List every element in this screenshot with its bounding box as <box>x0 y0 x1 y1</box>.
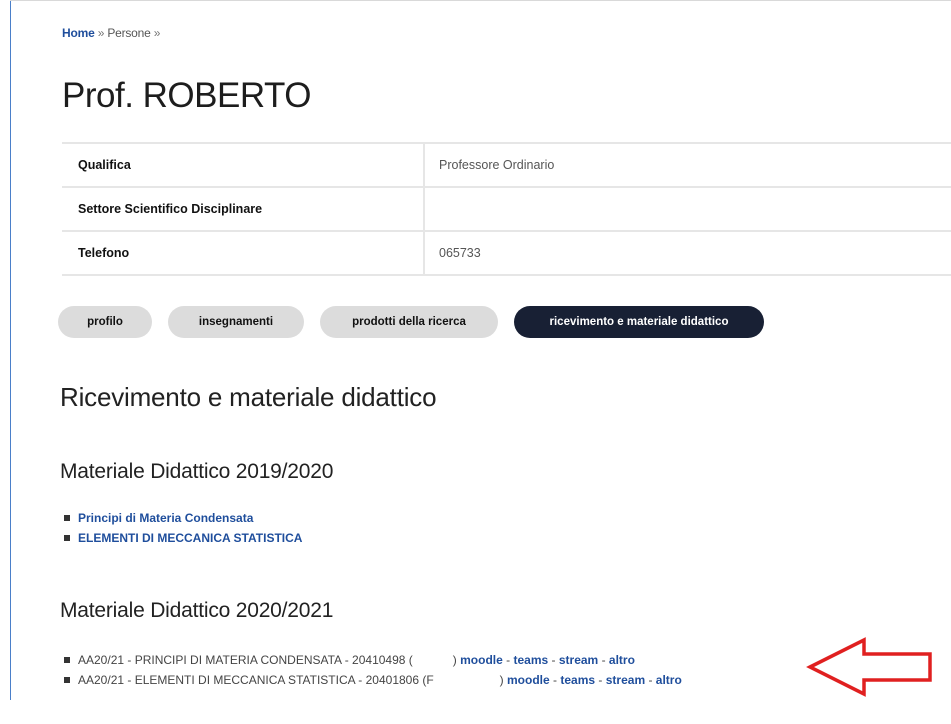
info-row-telefono: Telefono 065733 <box>62 231 951 275</box>
altro-link[interactable]: altro <box>656 673 682 687</box>
materiale-2020-list: AA20/21 - PRINCIPI DI MATERIA CONDENSATA… <box>62 650 682 690</box>
frame-left-border <box>10 0 11 700</box>
tab-prodotti-ricerca[interactable]: prodotti della ricerca <box>320 306 498 338</box>
materiale-2020-title: Materiale Didattico 2020/2021 <box>60 599 334 622</box>
materiale-2019-title: Materiale Didattico 2019/2020 <box>60 460 334 483</box>
breadcrumb-separator: » <box>153 26 161 40</box>
tab-insegnamenti[interactable]: insegnamenti <box>168 306 304 338</box>
bottom-blank-area <box>0 700 951 724</box>
frame-top-border <box>10 0 951 1</box>
breadcrumb: Home » Persone » <box>62 26 160 40</box>
moodle-link[interactable]: moodle <box>507 673 550 687</box>
list-item: AA20/21 - ELEMENTI DI MECCANICA STATISTI… <box>62 670 682 690</box>
info-row-settore: Settore Scientifico Disciplinare <box>62 187 951 231</box>
list-item: Principi di Materia Condensata <box>62 508 302 528</box>
stream-link[interactable]: stream <box>606 673 645 687</box>
breadcrumb-current[interactable]: Persone <box>107 26 150 40</box>
info-row-qualifica: Qualifica Professore Ordinario <box>62 143 951 187</box>
info-value: Professore Ordinario <box>439 158 555 172</box>
link-separator: - <box>553 673 558 687</box>
list-item: AA20/21 - PRINCIPI DI MATERIA CONDENSATA… <box>62 650 682 670</box>
info-value <box>424 187 951 231</box>
page-title: Prof. ROBERTO <box>62 76 311 115</box>
redacted-text <box>433 674 500 687</box>
link-separator: - <box>598 673 603 687</box>
tab-profilo[interactable]: profilo <box>58 306 152 338</box>
stream-link[interactable]: stream <box>559 653 598 667</box>
redacted-text <box>412 654 453 667</box>
info-value: 065733 <box>439 246 481 260</box>
info-table: Qualifica Professore Ordinario Settore S… <box>62 142 951 276</box>
course-text: AA20/21 - ELEMENTI DI MECCANICA STATISTI… <box>78 673 434 687</box>
info-key: Telefono <box>62 231 425 275</box>
redacted-surname <box>324 72 557 132</box>
course-link[interactable]: ELEMENTI DI MECCANICA STATISTICA <box>78 531 302 545</box>
altro-link[interactable]: altro <box>609 653 635 667</box>
link-separator: - <box>506 653 511 667</box>
list-item: ELEMENTI DI MECCANICA STATISTICA <box>62 528 302 548</box>
link-separator: - <box>601 653 606 667</box>
moodle-link[interactable]: moodle <box>460 653 503 667</box>
profile-tabs: profilo insegnamenti prodotti della rice… <box>58 306 780 338</box>
materiale-2019-list: Principi di Materia Condensata ELEMENTI … <box>62 508 302 548</box>
teams-link[interactable]: teams <box>560 673 595 687</box>
section-title: Ricevimento e materiale didattico <box>60 382 437 412</box>
course-text: AA20/21 - PRINCIPI DI MATERIA CONDENSATA… <box>78 653 413 667</box>
link-separator: - <box>551 653 556 667</box>
link-separator: - <box>648 673 653 687</box>
arrow-left-outline-icon <box>806 637 932 697</box>
course-text-close: ) <box>499 673 504 687</box>
teams-link[interactable]: teams <box>513 653 548 667</box>
info-key: Qualifica <box>62 143 425 187</box>
info-key: Settore Scientifico Disciplinare <box>62 187 425 231</box>
course-link[interactable]: Principi di Materia Condensata <box>78 511 253 525</box>
breadcrumb-separator: » <box>97 26 105 40</box>
breadcrumb-home-link[interactable]: Home <box>62 26 95 40</box>
tab-ricevimento-materiale[interactable]: ricevimento e materiale didattico <box>514 306 764 338</box>
course-text-close: ) <box>452 653 457 667</box>
